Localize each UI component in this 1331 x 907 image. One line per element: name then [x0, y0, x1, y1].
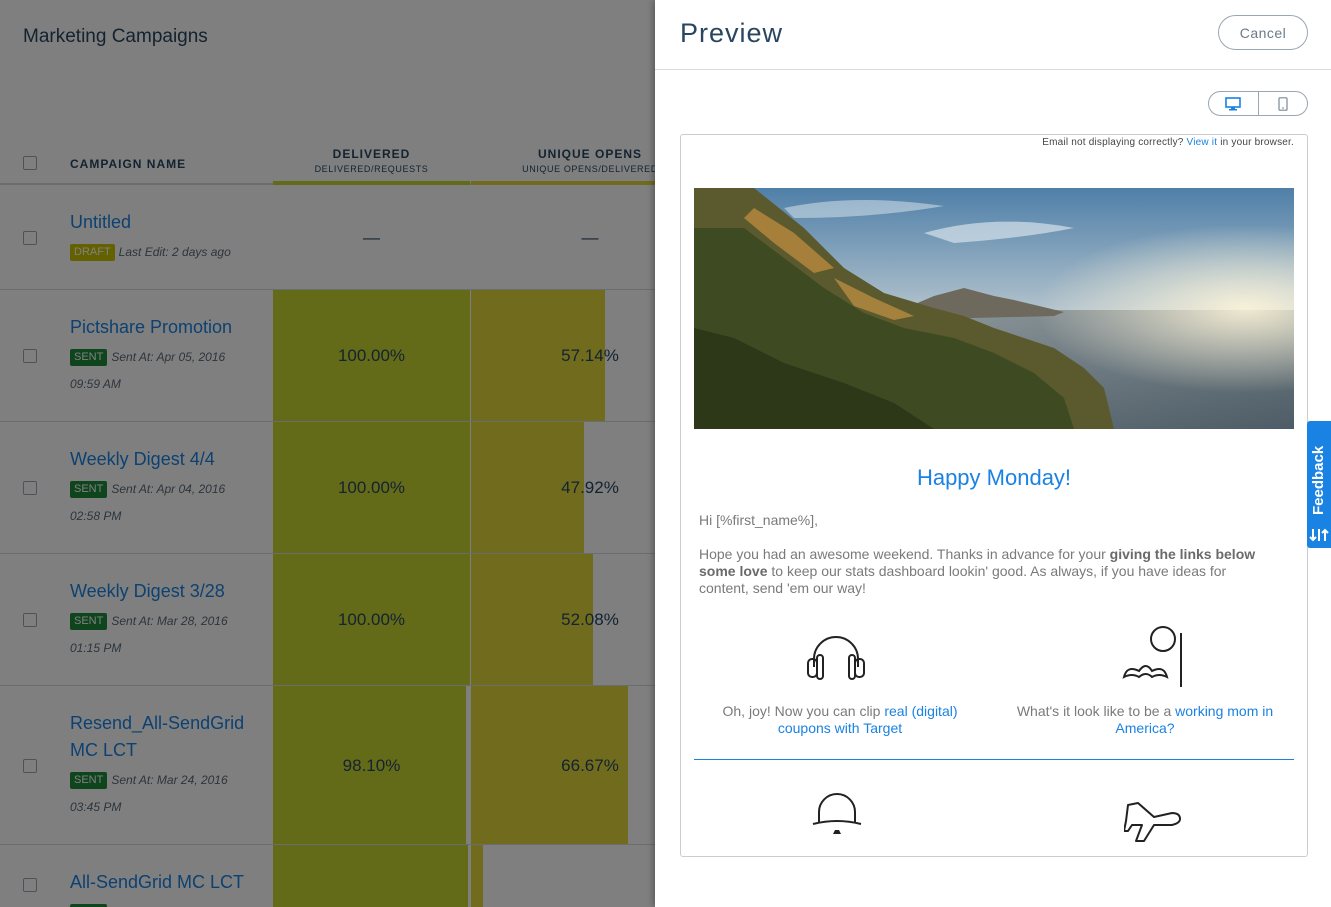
- email-preview-frame: Email not displaying correctly? View it …: [680, 134, 1308, 857]
- cancel-button[interactable]: Cancel: [1218, 15, 1308, 50]
- desktop-icon: [1225, 96, 1242, 110]
- item-2-text: What's it look like to be a: [1016, 703, 1176, 719]
- email-body-part1: Hope you had an awesome weekend. Thanks …: [699, 546, 1110, 562]
- feedback-tab[interactable]: Feedback: [1307, 421, 1331, 548]
- bowler-hat-icon: [811, 790, 863, 847]
- airplane-icon: [1123, 795, 1184, 850]
- email-body-part2: to keep our stats dashboard lookin' good…: [699, 563, 1227, 596]
- email-body: Hope you had an awesome weekend. Thanks …: [699, 546, 1259, 597]
- desktop-view-button[interactable]: [1209, 92, 1258, 115]
- hero-image: [694, 188, 1294, 429]
- preview-header: Preview Cancel: [655, 0, 1331, 70]
- feedback-label: Feedback: [1310, 445, 1327, 515]
- browser-view-suffix: in your browser.: [1220, 137, 1294, 148]
- mobile-icon: [1278, 96, 1288, 111]
- device-toggle: [1208, 91, 1308, 116]
- item-1-text: Oh, joy! Now you can clip: [722, 703, 885, 719]
- email-salutation: Hi [%first_name%],: [699, 512, 819, 528]
- email-heading: Happy Monday!: [916, 465, 1072, 490]
- feedback-arrows-icon: [1309, 528, 1329, 542]
- browser-view-prefix: Email not displaying correctly?: [1042, 137, 1184, 148]
- browser-view-note: Email not displaying correctly? View it …: [1042, 137, 1294, 148]
- mobile-view-button[interactable]: [1257, 92, 1308, 115]
- content-divider: [694, 759, 1294, 760]
- item-caption-1: Oh, joy! Now you can clip real (digital)…: [695, 703, 985, 737]
- preview-title: Preview: [680, 18, 784, 48]
- monocle-mustache-icon: [1119, 625, 1189, 694]
- view-in-browser-link[interactable]: View it: [1187, 137, 1218, 148]
- preview-panel: Preview Cancel Email not displaying corr…: [655, 0, 1331, 907]
- item-caption-2: What's it look like to be a working mom …: [1000, 703, 1290, 737]
- headphones-icon: [804, 633, 868, 688]
